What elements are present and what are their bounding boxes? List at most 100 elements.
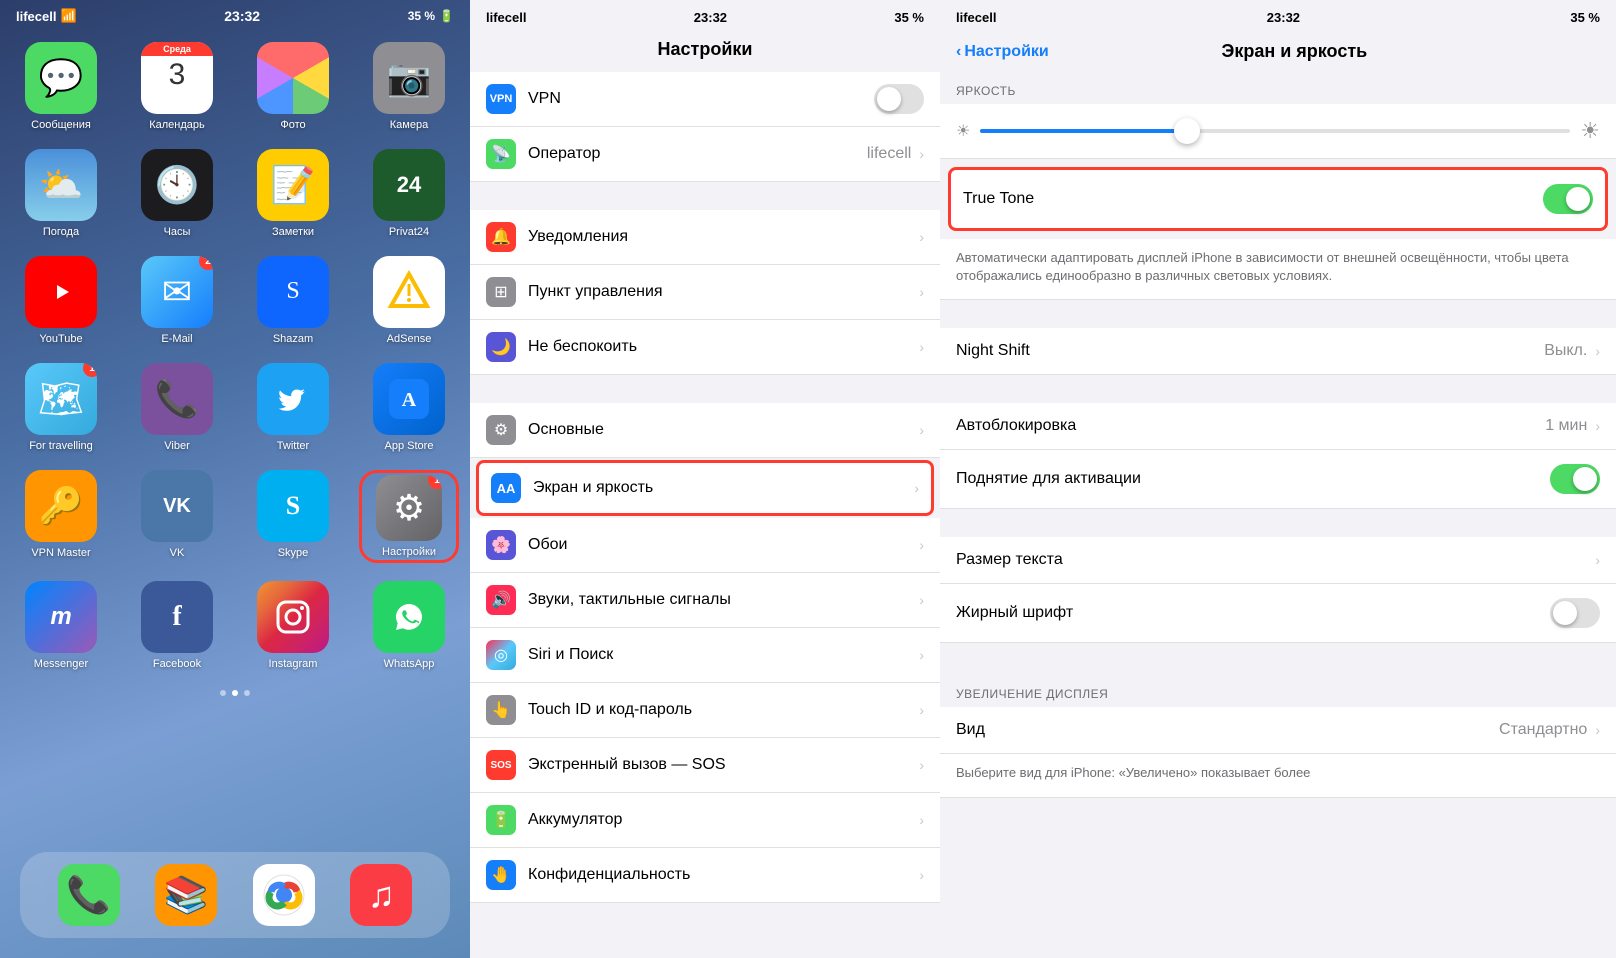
back-button[interactable]: ‹ Настройки xyxy=(956,43,1049,61)
brightness-slider[interactable] xyxy=(980,129,1570,133)
battery-icon: 🔋 xyxy=(486,805,516,835)
app-settings[interactable]: ⚙ 1 Настройки xyxy=(359,470,459,563)
settings-cell-siri[interactable]: ◎ Siri и Поиск › xyxy=(470,628,940,683)
app-photos-icon xyxy=(257,42,329,114)
app-appstore[interactable]: A App Store xyxy=(359,363,459,452)
app-youtube[interactable]: YouTube xyxy=(11,256,111,345)
app-clock[interactable]: 🕙 Часы xyxy=(127,149,227,238)
settings-cell-sos[interactable]: SOS Экстренный вызов — SOS › xyxy=(470,738,940,793)
bold-text-toggle[interactable] xyxy=(1550,598,1600,628)
bold-text-cell[interactable]: Жирный шрифт xyxy=(940,584,1616,643)
app-appstore-icon: A xyxy=(373,363,445,435)
raise-toggle[interactable] xyxy=(1550,464,1600,494)
vpn-icon: VPN xyxy=(486,84,516,114)
app-messenger[interactable]: m Messenger xyxy=(11,581,111,670)
notifications-chevron: › xyxy=(919,229,924,245)
app-settings-label: Настройки xyxy=(382,546,436,558)
siri-chevron: › xyxy=(919,647,924,663)
vpn-toggle[interactable] xyxy=(874,84,924,114)
app-notes[interactable]: 📝 Заметки xyxy=(243,149,343,238)
app-photos[interactable]: Фото xyxy=(243,42,343,131)
app-twitter[interactable]: Twitter xyxy=(243,363,343,452)
cal-day: 3 xyxy=(169,58,186,92)
app-skype-label: Skype xyxy=(278,547,309,559)
settings-cell-battery[interactable]: 🔋 Аккумулятор › xyxy=(470,793,940,848)
settings-cell-touchid[interactable]: 👆 Touch ID и код-пароль › xyxy=(470,683,940,738)
settings-cell-privacy[interactable]: 🤚 Конфиденциальность › xyxy=(470,848,940,903)
raise-cell[interactable]: Поднятие для активации xyxy=(940,450,1616,509)
app-adsense[interactable]: AdSense xyxy=(359,256,459,345)
app-skype[interactable]: S Skype xyxy=(243,470,343,563)
app-vpnmaster[interactable]: 🔑 VPN Master xyxy=(11,470,111,563)
control-label: Пункт управления xyxy=(528,283,919,301)
battery-label: 35 % xyxy=(408,9,435,23)
app-appstore-label: App Store xyxy=(385,440,434,452)
display-label: Экран и яркость xyxy=(533,479,914,497)
app-whatsapp[interactable]: WhatsApp xyxy=(359,581,459,670)
settings-section-notifications: 🔔 Уведомления › ⊞ Пункт управления › 🌙 Н… xyxy=(470,210,940,375)
night-shift-value: Выкл. xyxy=(1544,342,1587,360)
status-bar-left: lifecell 📶 xyxy=(16,8,77,24)
night-shift-cell[interactable]: Night Shift Выкл. › xyxy=(940,328,1616,375)
true-tone-cell[interactable]: True Tone xyxy=(948,167,1608,231)
view-cell[interactable]: Вид Стандартно › xyxy=(940,707,1616,754)
settings-cell-notifications[interactable]: 🔔 Уведомления › xyxy=(470,210,940,265)
app-messages[interactable]: 💬 Сообщения xyxy=(11,42,111,131)
app-facebook-label: Facebook xyxy=(153,658,201,670)
app-calendar[interactable]: Среда 3 Календарь xyxy=(127,42,227,131)
page-indicator xyxy=(0,684,470,702)
settings-cell-operator[interactable]: 📡 Оператор lifecell › xyxy=(470,127,940,182)
touchid-icon: 👆 xyxy=(486,695,516,725)
app-settings-icon: ⚙ 1 xyxy=(376,475,442,541)
dock-music-icon: ♫ xyxy=(350,864,412,926)
display-time: 23:32 xyxy=(1267,10,1300,25)
app-facebook[interactable]: f Facebook xyxy=(127,581,227,670)
settings-cell-sounds[interactable]: 🔊 Звуки, тактильные сигналы › xyxy=(470,573,940,628)
app-weather[interactable]: ⛅ Погода xyxy=(11,149,111,238)
app-notes-label: Заметки xyxy=(272,226,314,238)
svg-text:S: S xyxy=(286,278,299,304)
app-email[interactable]: ✉ 2 E-Mail xyxy=(127,256,227,345)
dock-music[interactable]: ♫ xyxy=(350,864,412,926)
settings-cell-vpn[interactable]: VPN VPN xyxy=(470,72,940,127)
notifications-label: Уведомления xyxy=(528,228,919,246)
app-viber[interactable]: 📞 Viber xyxy=(127,363,227,452)
text-size-label: Размер текста xyxy=(956,551,1595,569)
true-tone-toggle[interactable] xyxy=(1543,184,1593,214)
brightness-dim-icon: ☀ xyxy=(956,121,970,141)
app-maps[interactable]: 🗺 1 For travelling xyxy=(11,363,111,452)
app-vpnmaster-icon: 🔑 xyxy=(25,470,97,542)
dock-books[interactable]: 📚 xyxy=(155,864,217,926)
display-panel: lifecell 23:32 35 % ‹ Настройки Экран и … xyxy=(940,0,1616,958)
settings-cell-dnd[interactable]: 🌙 Не беспокоить › xyxy=(470,320,940,375)
autolock-chevron: › xyxy=(1595,418,1600,434)
settings-cell-control[interactable]: ⊞ Пункт управления › xyxy=(470,265,940,320)
settings-cell-display[interactable]: AA Экран и яркость › xyxy=(476,460,934,516)
app-privat24-icon: 24 xyxy=(373,149,445,221)
autolock-cell[interactable]: Автоблокировка 1 мин › xyxy=(940,403,1616,450)
brightness-thumb[interactable] xyxy=(1174,118,1200,144)
text-size-cell[interactable]: Размер текста › xyxy=(940,537,1616,584)
status-bar-settings: lifecell 23:32 35 % xyxy=(470,0,940,31)
app-instagram[interactable]: Instagram xyxy=(243,581,343,670)
app-youtube-icon xyxy=(25,256,97,328)
app-instagram-icon xyxy=(257,581,329,653)
app-camera[interactable]: 📷 Камера xyxy=(359,42,459,131)
app-privat24[interactable]: 24 Privat24 xyxy=(359,149,459,238)
privacy-label: Конфиденциальность xyxy=(528,866,919,884)
status-bar-display: lifecell 23:32 35 % xyxy=(940,0,1616,31)
dock-chrome[interactable] xyxy=(253,864,315,926)
app-vk[interactable]: VK VK xyxy=(127,470,227,563)
view-value: Стандартно xyxy=(1499,721,1587,739)
general-chevron: › xyxy=(919,422,924,438)
settings-cell-wallpaper[interactable]: 🌸 Обои › xyxy=(470,518,940,573)
app-camera-label: Камера xyxy=(390,119,428,131)
wifi-icon: 📶 xyxy=(60,8,76,24)
app-shazam[interactable]: S Shazam xyxy=(243,256,343,345)
settings-list: VPN VPN 📡 Оператор lifecell › 🔔 Уведомле… xyxy=(470,72,940,958)
operator-label: Оператор xyxy=(528,145,867,163)
settings-header: Настройки xyxy=(470,31,940,72)
settings-cell-general[interactable]: ⚙ Основные › xyxy=(470,403,940,458)
maps-badge: 1 xyxy=(83,363,97,377)
dock-phone[interactable]: 📞 xyxy=(58,864,120,926)
